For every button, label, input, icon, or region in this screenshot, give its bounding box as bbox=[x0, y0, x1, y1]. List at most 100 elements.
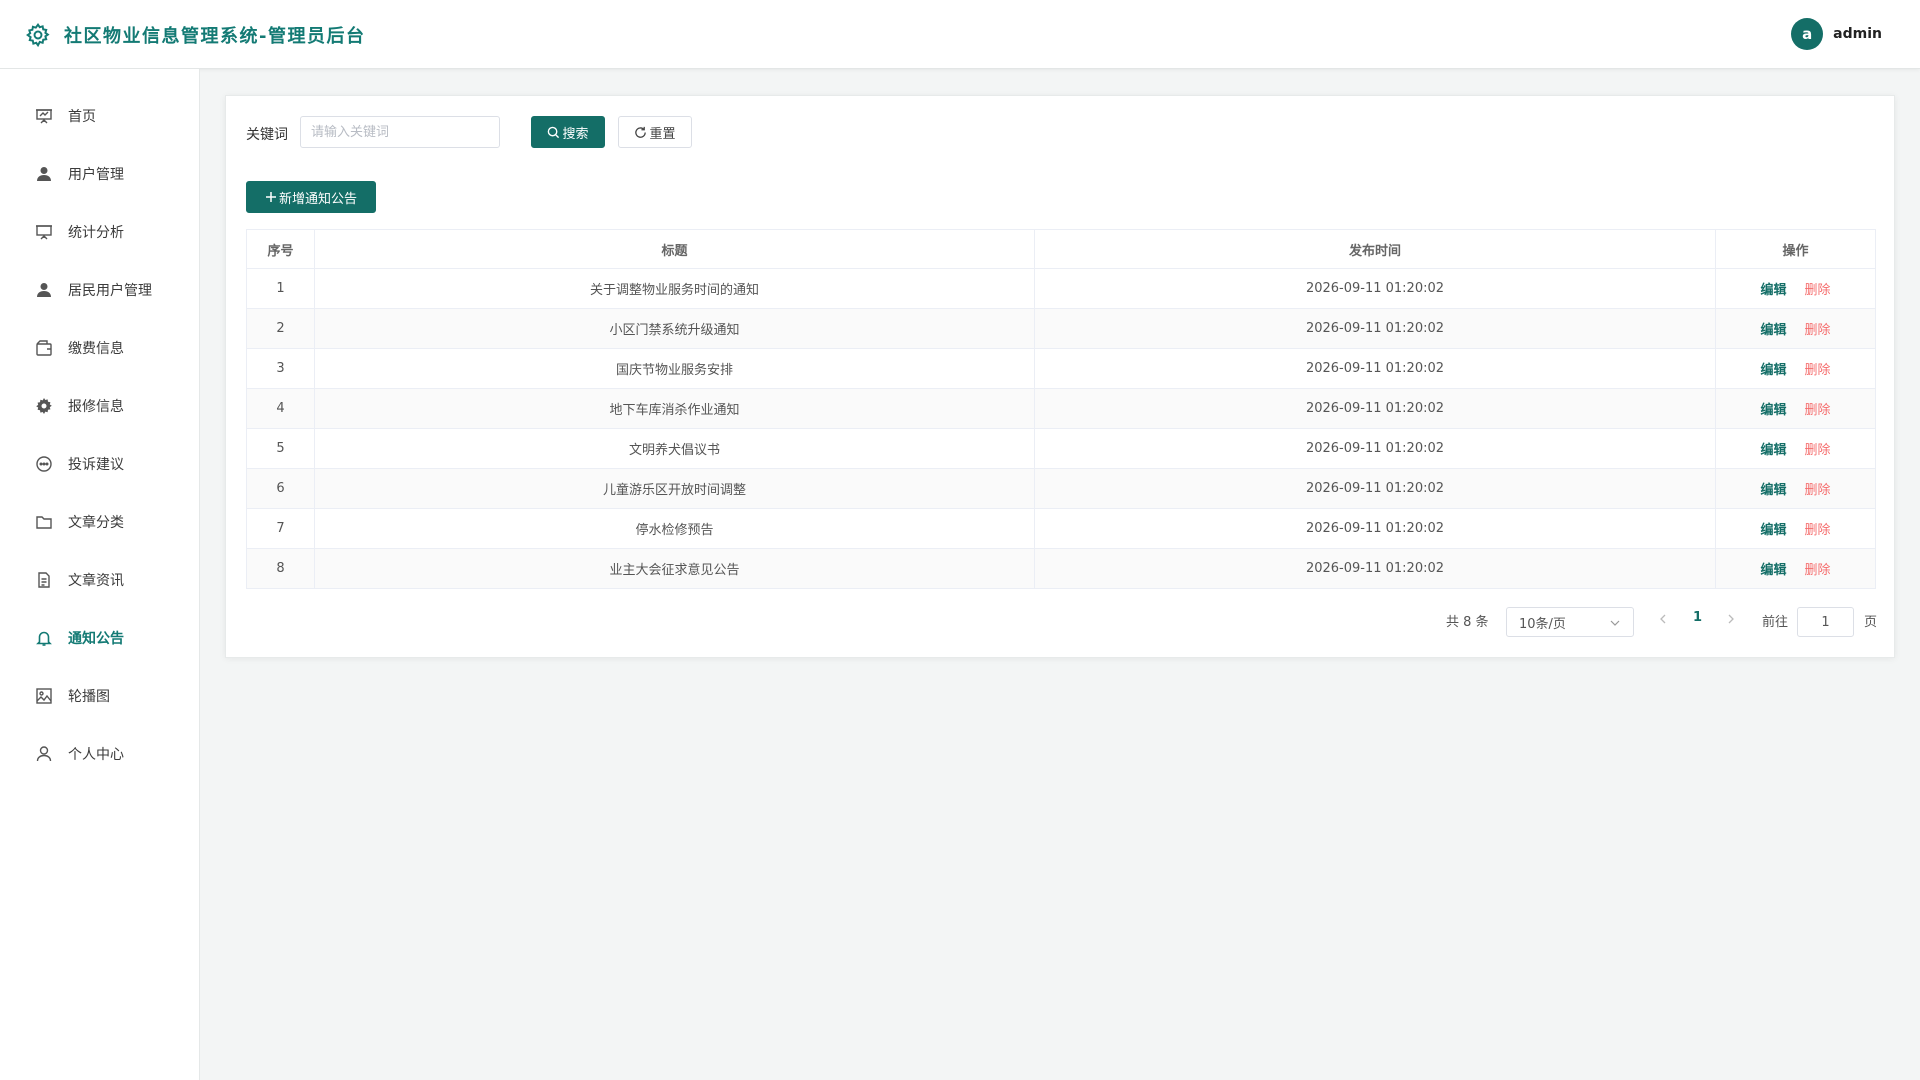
table-row: 7 停水检修预告 2026-09-11 01:20:02 编辑 删除 bbox=[246, 508, 1876, 549]
sidebar-item-statistics[interactable]: 统计分析 bbox=[0, 203, 199, 261]
cell-index: 4 bbox=[246, 388, 315, 429]
pagination-goto-input[interactable] bbox=[1797, 607, 1854, 637]
sidebar-item-label: 报修信息 bbox=[68, 399, 124, 415]
keyword-input[interactable] bbox=[300, 116, 500, 148]
delete-button[interactable]: 删除 bbox=[1805, 403, 1831, 418]
table-row: 8 业主大会征求意见公告 2026-09-11 01:20:02 编辑 删除 bbox=[246, 548, 1876, 589]
page-size-select[interactable]: 10条/页 bbox=[1506, 607, 1634, 637]
reset-button-label: 重置 bbox=[649, 126, 676, 142]
delete-button[interactable]: 删除 bbox=[1805, 363, 1831, 378]
refresh-icon bbox=[635, 126, 647, 138]
cell-index: 2 bbox=[246, 308, 315, 349]
delete-button[interactable]: 删除 bbox=[1805, 323, 1831, 338]
sidebar-item-label: 文章分类 bbox=[68, 515, 124, 531]
column-header-title: 标题 bbox=[314, 229, 1035, 269]
table-row: 6 儿童游乐区开放时间调整 2026-09-11 01:20:02 编辑 删除 bbox=[246, 468, 1876, 509]
sidebar-item-articles[interactable]: 文章资讯 bbox=[0, 551, 199, 609]
chevron-right-icon[interactable] bbox=[1725, 613, 1737, 625]
sidebar-item-label: 投诉建议 bbox=[68, 457, 124, 473]
cell-actions: 编辑 删除 bbox=[1715, 428, 1876, 469]
document-icon bbox=[38, 572, 50, 588]
chevron-left-icon[interactable] bbox=[1657, 613, 1669, 625]
sidebar-item-repair[interactable]: 报修信息 bbox=[0, 377, 199, 435]
edit-button[interactable]: 编辑 bbox=[1760, 443, 1786, 458]
sidebar-item-home[interactable]: 首页 bbox=[0, 87, 199, 145]
sidebar-item-resident-management[interactable]: 居民用户管理 bbox=[0, 261, 199, 319]
search-button[interactable]: 搜索 bbox=[531, 116, 605, 148]
table-row: 5 文明养犬倡议书 2026-09-11 01:20:02 编辑 删除 bbox=[246, 428, 1876, 469]
sidebar-item-label: 缴费信息 bbox=[68, 341, 124, 357]
cell-index: 7 bbox=[246, 508, 315, 549]
cell-index: 3 bbox=[246, 348, 315, 389]
chat-icon bbox=[36, 456, 52, 472]
delete-button[interactable]: 删除 bbox=[1805, 483, 1831, 498]
reset-button[interactable]: 重置 bbox=[618, 116, 692, 148]
content-card: 关键词 搜索 重置 新增通知公告 序号 标题 发布时间 操作 1关于调整物业服务… bbox=[225, 95, 1895, 658]
add-notice-button-label: 新增通知公告 bbox=[278, 191, 357, 207]
bell-icon bbox=[36, 631, 52, 646]
sidebar-item-carousel[interactable]: 轮播图 bbox=[0, 667, 199, 725]
table-row: 4 地下车库消杀作业通知 2026-09-11 01:20:02 编辑 删除 bbox=[246, 388, 1876, 429]
page-size-value: 10条/页 bbox=[1519, 616, 1566, 632]
edit-button[interactable]: 编辑 bbox=[1760, 403, 1786, 418]
cell-time: 2026-09-11 01:20:02 bbox=[1034, 268, 1716, 309]
edit-button[interactable]: 编辑 bbox=[1760, 563, 1786, 578]
gear-icon bbox=[36, 398, 52, 414]
sidebar-item-article-category[interactable]: 文章分类 bbox=[0, 493, 199, 551]
table-row: 2 小区门禁系统升级通知 2026-09-11 01:20:02 编辑 删除 bbox=[246, 308, 1876, 349]
pagination-page-suffix: 页 bbox=[1864, 615, 1878, 630]
sidebar-item-user-management[interactable]: 用户管理 bbox=[0, 145, 199, 203]
delete-button[interactable]: 删除 bbox=[1805, 563, 1831, 578]
cell-actions: 编辑 删除 bbox=[1715, 388, 1876, 429]
cell-title: 业主大会征求意见公告 bbox=[314, 548, 1035, 589]
table-body: 1 关于调整物业服务时间的通知 2026-09-11 01:20:02 编辑 删除 2 小区… bbox=[246, 268, 1876, 589]
cell-title: 停水检修预告 bbox=[314, 508, 1035, 549]
sidebar: 首页 用户管理 统计分析 居民用户管理 缴费信息 报修信息 投诉建议 文章分类 … bbox=[0, 69, 200, 1080]
column-header-index: 序号 bbox=[246, 229, 315, 269]
cell-title: 国庆节物业服务安排 bbox=[314, 348, 1035, 389]
edit-button[interactable]: 编辑 bbox=[1760, 523, 1786, 538]
sidebar-item-profile[interactable]: 个人中心 bbox=[0, 725, 199, 783]
avatar[interactable]: a bbox=[1791, 18, 1824, 50]
pagination-current-page[interactable]: 1 bbox=[1693, 610, 1702, 625]
app-title: 社区物业信息管理系统-管理员后台 bbox=[64, 26, 366, 47]
add-notice-button[interactable]: 新增通知公告 bbox=[246, 181, 376, 213]
cell-actions: 编辑 删除 bbox=[1715, 308, 1876, 349]
cell-index: 6 bbox=[246, 468, 315, 509]
username[interactable]: admin bbox=[1833, 26, 1882, 42]
cell-title: 关于调整物业服务时间的通知 bbox=[314, 268, 1035, 309]
column-header-time: 发布时间 bbox=[1034, 229, 1716, 269]
edit-button[interactable]: 编辑 bbox=[1760, 363, 1786, 378]
edit-button[interactable]: 编辑 bbox=[1760, 283, 1786, 298]
table-header-row: 序号 标题 发布时间 操作 bbox=[246, 229, 1876, 269]
presentation-icon bbox=[36, 109, 52, 124]
image-icon bbox=[36, 688, 52, 704]
delete-button[interactable]: 删除 bbox=[1805, 443, 1831, 458]
plus-icon bbox=[265, 192, 276, 202]
sidebar-item-label: 用户管理 bbox=[68, 167, 124, 183]
cell-title: 地下车库消杀作业通知 bbox=[314, 388, 1035, 429]
wallet-icon bbox=[36, 340, 52, 356]
sidebar-item-complaints[interactable]: 投诉建议 bbox=[0, 435, 199, 493]
edit-button[interactable]: 编辑 bbox=[1760, 323, 1786, 338]
search-icon bbox=[548, 126, 560, 138]
sidebar-item-notices[interactable]: 通知公告 bbox=[0, 609, 199, 667]
folder-icon bbox=[36, 516, 52, 529]
user-menu[interactable]: a admin bbox=[1791, 18, 1882, 50]
top-header: 社区物业信息管理系统-管理员后台 a admin bbox=[0, 0, 1920, 69]
cell-actions: 编辑 删除 bbox=[1715, 468, 1876, 509]
sidebar-item-payment[interactable]: 缴费信息 bbox=[0, 319, 199, 377]
edit-button[interactable]: 编辑 bbox=[1760, 483, 1786, 498]
sidebar-item-label: 首页 bbox=[68, 109, 96, 125]
delete-button[interactable]: 删除 bbox=[1805, 283, 1831, 298]
sidebar-item-label: 个人中心 bbox=[68, 747, 124, 763]
cell-index: 8 bbox=[246, 548, 315, 589]
column-header-actions: 操作 bbox=[1715, 229, 1876, 269]
table-row: 1 关于调整物业服务时间的通知 2026-09-11 01:20:02 编辑 删除 bbox=[246, 268, 1876, 309]
cell-time: 2026-09-11 01:20:02 bbox=[1034, 468, 1716, 509]
cell-time: 2026-09-11 01:20:02 bbox=[1034, 348, 1716, 389]
cell-time: 2026-09-11 01:20:02 bbox=[1034, 548, 1716, 589]
sidebar-item-label: 通知公告 bbox=[68, 631, 124, 647]
cell-actions: 编辑 删除 bbox=[1715, 348, 1876, 389]
delete-button[interactable]: 删除 bbox=[1805, 523, 1831, 538]
